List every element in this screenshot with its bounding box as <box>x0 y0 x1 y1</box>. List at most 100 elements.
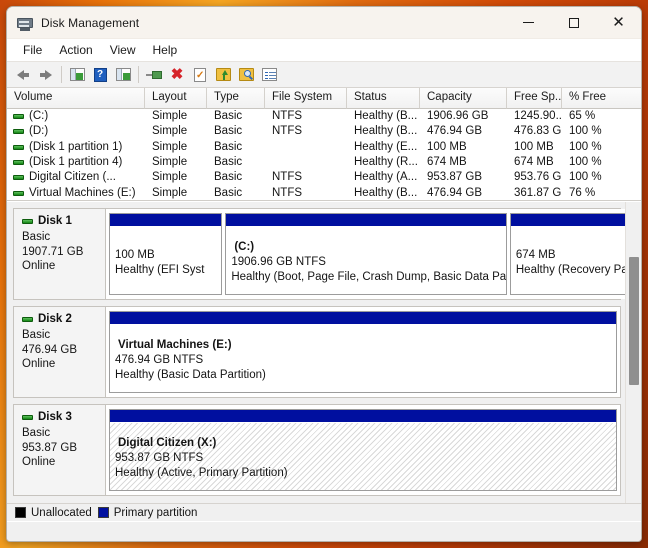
cell-layout: Simple <box>152 140 188 153</box>
partition-status: Healthy (Recovery Partitio <box>515 263 641 276</box>
extend-volume-icon[interactable] <box>212 64 234 86</box>
partition-status: Healthy (Basic Data Partition) <box>115 369 266 381</box>
disk-row[interactable]: Disk 1 Basic 1907.71 GB Online 100 MB Healthy… <box>13 208 641 300</box>
column-header-capacity[interactable]: Capacity <box>420 88 507 109</box>
table-row[interactable]: (Disk 1 partition 4) Simple Basic Healthy (… <box>7 155 641 170</box>
cell-type: Basic <box>214 110 243 123</box>
cell-free: 361.87 GB <box>514 186 562 199</box>
legend-label: Unallocated <box>31 506 92 519</box>
column-header-volume[interactable]: Volume <box>7 88 145 109</box>
cell-capacity: 100 MB <box>427 140 467 153</box>
column-header-layout[interactable]: Layout <box>145 88 207 109</box>
column-header-file-system[interactable]: File System <box>265 88 347 109</box>
cell-percent: 100 % <box>569 156 602 169</box>
volume-disk-icon <box>13 114 24 120</box>
menu-item-action[interactable]: Action <box>51 40 100 60</box>
properties-list-icon[interactable] <box>258 64 280 86</box>
scrollbar-thumb[interactable] <box>629 257 639 385</box>
cell-capacity: 674 MB <box>427 156 467 169</box>
cell-free: 674 MB <box>514 156 554 169</box>
volume-list-body[interactable]: (C:) Simple Basic NTFS Healthy (B... 1906.96 … <box>7 109 641 200</box>
table-row[interactable]: (D:) Simple Basic NTFS Healthy (B... 476.94 G… <box>7 124 641 139</box>
cell-layout: Simple <box>152 171 188 184</box>
close-button[interactable]: ✕ <box>596 7 641 39</box>
cell-volume: (C:) <box>7 109 145 124</box>
cell-type: Basic <box>214 186 243 199</box>
menu-bar: File Action View Help <box>7 39 641 62</box>
partition-block[interactable]: 674 MB Healthy (Recovery Partitio <box>509 213 641 295</box>
table-row[interactable]: Virtual Machines (E:) Simple Basic NTFS Heal… <box>7 185 641 200</box>
disk-list: Disk 1 Basic 1907.71 GB Online 100 MB Healthy… <box>7 202 641 503</box>
disk-row[interactable]: Disk 2 Basic 476.94 GB Online Virtual Machin… <box>13 306 621 398</box>
toolbar-separator <box>61 66 62 83</box>
table-row[interactable]: Digital Citizen (... Simple Basic NTFS Healt… <box>7 170 641 185</box>
graphical-disk-view[interactable]: Disk 1 Basic 1907.71 GB Online 100 MB Healthy… <box>7 201 641 503</box>
cell-capacity: 476.94 GB <box>427 186 482 199</box>
cell-type: Basic <box>214 171 243 184</box>
volume-disk-icon <box>13 129 24 135</box>
delete-icon[interactable]: ✖ <box>166 64 188 86</box>
partition-capacity-bar <box>110 410 616 423</box>
minimize-button[interactable] <box>506 7 551 39</box>
table-row[interactable]: (C:) Simple Basic NTFS Healthy (B... 1906.96 … <box>7 109 641 124</box>
column-header-status[interactable]: Status <box>347 88 420 109</box>
partition-block[interactable]: (C:) 1906.96 GB NTFS Healthy (Boot, Page F… <box>225 213 507 295</box>
show-console-tree-icon[interactable] <box>66 64 88 86</box>
cell-status: Healthy (R... <box>354 156 418 169</box>
menu-item-view[interactable]: View <box>102 40 144 60</box>
volume-disk-icon <box>13 190 24 196</box>
volume-disk-icon <box>13 175 24 181</box>
legend-swatch <box>97 507 109 518</box>
cell-status: Healthy (B... <box>354 110 418 123</box>
cell-status: Healthy (B... <box>354 186 418 199</box>
check-disk-icon[interactable]: ✓ <box>189 64 211 86</box>
volume-label: (Disk 1 partition 4) <box>29 156 123 169</box>
disk-size: 476.94 GB <box>22 343 77 356</box>
cell-type: Basic <box>214 125 243 138</box>
disk-icon <box>22 316 33 322</box>
graphical-view-scrollbar[interactable] <box>625 202 641 503</box>
cell-layout: Simple <box>152 110 188 123</box>
partition-block[interactable]: Digital Citizen (X:) 953.87 GB NTFS Health… <box>109 409 617 491</box>
table-row[interactable]: (Disk 1 partition 1) Simple Basic Healthy (… <box>7 140 641 155</box>
disk-name: Disk 1 <box>38 215 72 227</box>
help-icon[interactable]: ? <box>89 64 111 86</box>
partition-size: 100 MB <box>115 248 155 261</box>
menu-item-file[interactable]: File <box>15 40 50 60</box>
cell-volume: (D:) <box>7 124 145 139</box>
partition-status: Healthy (Active, Primary Partition) <box>115 467 288 479</box>
disk-info-panel[interactable]: Disk 3 Basic 953.87 GB Online <box>14 405 106 495</box>
explore-volume-icon[interactable] <box>235 64 257 86</box>
partition-strip: Digital Citizen (X:) 953.87 GB NTFS Health… <box>106 405 620 495</box>
partition-size: 476.94 GB NTFS <box>115 354 204 366</box>
disk-info-panel[interactable]: Disk 1 Basic 1907.71 GB Online <box>14 209 106 299</box>
disk-row[interactable]: Disk 3 Basic 953.87 GB Online Digital Citize… <box>13 404 621 496</box>
cell-capacity: 476.94 GB <box>427 125 482 138</box>
cell-layout: Simple <box>152 186 188 199</box>
cell-free: 476.83 GB <box>514 125 562 138</box>
forward-icon[interactable] <box>35 64 57 86</box>
cell-filesystem: NTFS <box>272 125 303 138</box>
cell-volume: (Disk 1 partition 1) <box>7 140 145 155</box>
properties-plug-icon[interactable] <box>143 64 165 86</box>
column-header-free-sp[interactable]: Free Sp... <box>507 88 562 109</box>
volume-list[interactable]: Volume Layout Type File System Status Capacit… <box>7 88 641 201</box>
partition-block[interactable]: 100 MB Healthy (EFI Syst <box>109 213 223 295</box>
volume-disk-icon <box>13 144 24 150</box>
status-bar <box>7 521 641 541</box>
partition-name: Digital Citizen (X:) <box>118 437 217 449</box>
column-header-type[interactable]: Type <box>207 88 265 109</box>
show-action-pane-icon[interactable] <box>112 64 134 86</box>
partition-block[interactable]: Virtual Machines (E:) 476.94 GB NTFS Healt… <box>109 311 617 393</box>
partition-details: Digital Citizen (X:) 953.87 GB NTFS Health… <box>110 423 616 490</box>
disk-info-panel[interactable]: Disk 2 Basic 476.94 GB Online <box>14 307 106 397</box>
disk-management-window: Disk Management ✕ File Action View Help … <box>6 6 642 542</box>
cell-percent: 100 % <box>569 140 602 153</box>
disk-type: Basic <box>22 427 51 439</box>
back-icon[interactable] <box>12 64 34 86</box>
disk-size: 953.87 GB <box>22 441 77 454</box>
disk-title: Disk 3 <box>22 411 105 423</box>
column-header-free[interactable]: % Free <box>562 88 641 109</box>
menu-item-help[interactable]: Help <box>145 40 186 60</box>
maximize-button[interactable] <box>551 7 596 39</box>
